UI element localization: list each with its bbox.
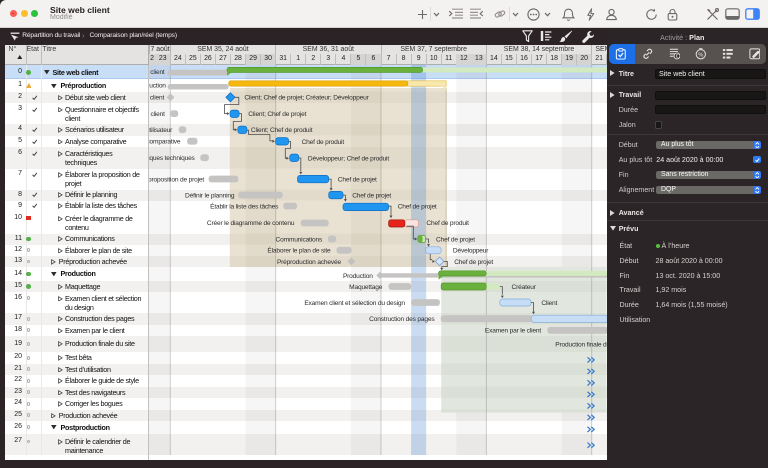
svg-text:Site web client: Site web client xyxy=(149,69,165,76)
svg-text:Client: Client xyxy=(541,300,557,307)
svg-text:Communications: Communications xyxy=(276,236,323,243)
svg-text:Créer le diagramme de contenu: Créer le diagramme de contenu xyxy=(207,220,295,227)
svg-text:Créateur: Créateur xyxy=(512,284,537,291)
svg-text:%: % xyxy=(698,53,703,59)
svg-text:Définir le planning: Définir le planning xyxy=(185,192,235,199)
svg-text:€: € xyxy=(675,54,678,60)
svg-text:Client; Chef de projet; Créate: Client; Chef de projet; Créateur; Dévelo… xyxy=(244,95,369,102)
svg-text:Client; Chef de produit: Client; Chef de produit xyxy=(251,127,313,134)
svg-text:Client; Chef de projet: Client; Chef de projet xyxy=(248,111,306,118)
svg-text:Préproduction: Préproduction xyxy=(149,83,166,90)
svg-text:Construction des pages: Construction des pages xyxy=(369,316,435,323)
svg-text:Établir la liste des tâches: Établir la liste des tâches xyxy=(210,202,279,211)
svg-text:Développeur; Chef de produit: Développeur; Chef de produit xyxy=(308,155,389,162)
svg-text:Production finale du site: Production finale du site xyxy=(555,342,606,349)
svg-text:Chef de produit: Chef de produit xyxy=(426,220,469,227)
svg-text:Chef de projet: Chef de projet xyxy=(352,193,391,200)
svg-text:Maquettage: Maquettage xyxy=(349,284,383,291)
svg-text:Questionnaire et objectifs cli: Questionnaire et objectifs client xyxy=(149,111,165,118)
svg-text:Chef de projet: Chef de projet xyxy=(454,259,493,266)
svg-text:Chef de produit: Chef de produit xyxy=(302,139,345,146)
svg-text:Scénarios utilisateur: Scénarios utilisateur xyxy=(149,127,173,134)
svg-text:Examen par le client: Examen par le client xyxy=(485,328,541,335)
svg-text:Production: Production xyxy=(343,273,373,280)
svg-text:Chef de projet: Chef de projet xyxy=(436,236,475,243)
svg-text:Chef de projet: Chef de projet xyxy=(398,204,437,211)
svg-text:Chef de projet: Chef de projet xyxy=(338,177,377,184)
svg-text:Début site web client: Début site web client xyxy=(149,95,165,102)
svg-text:Examen client et sélection du: Examen client et sélection du design xyxy=(304,300,405,307)
svg-text:Élaborer la proposition de pro: Élaborer la proposition de projet xyxy=(149,174,204,183)
svg-text:Développeur: Développeur xyxy=(453,248,489,255)
svg-text:Analyse comparative: Analyse comparative xyxy=(149,139,181,146)
svg-text:Préproduction achevée: Préproduction achevée xyxy=(277,259,342,266)
svg-text:Caractéristiques techniques: Caractéristiques techniques xyxy=(149,155,196,162)
svg-text:Élaborer le plan de site: Élaborer le plan de site xyxy=(267,246,331,255)
